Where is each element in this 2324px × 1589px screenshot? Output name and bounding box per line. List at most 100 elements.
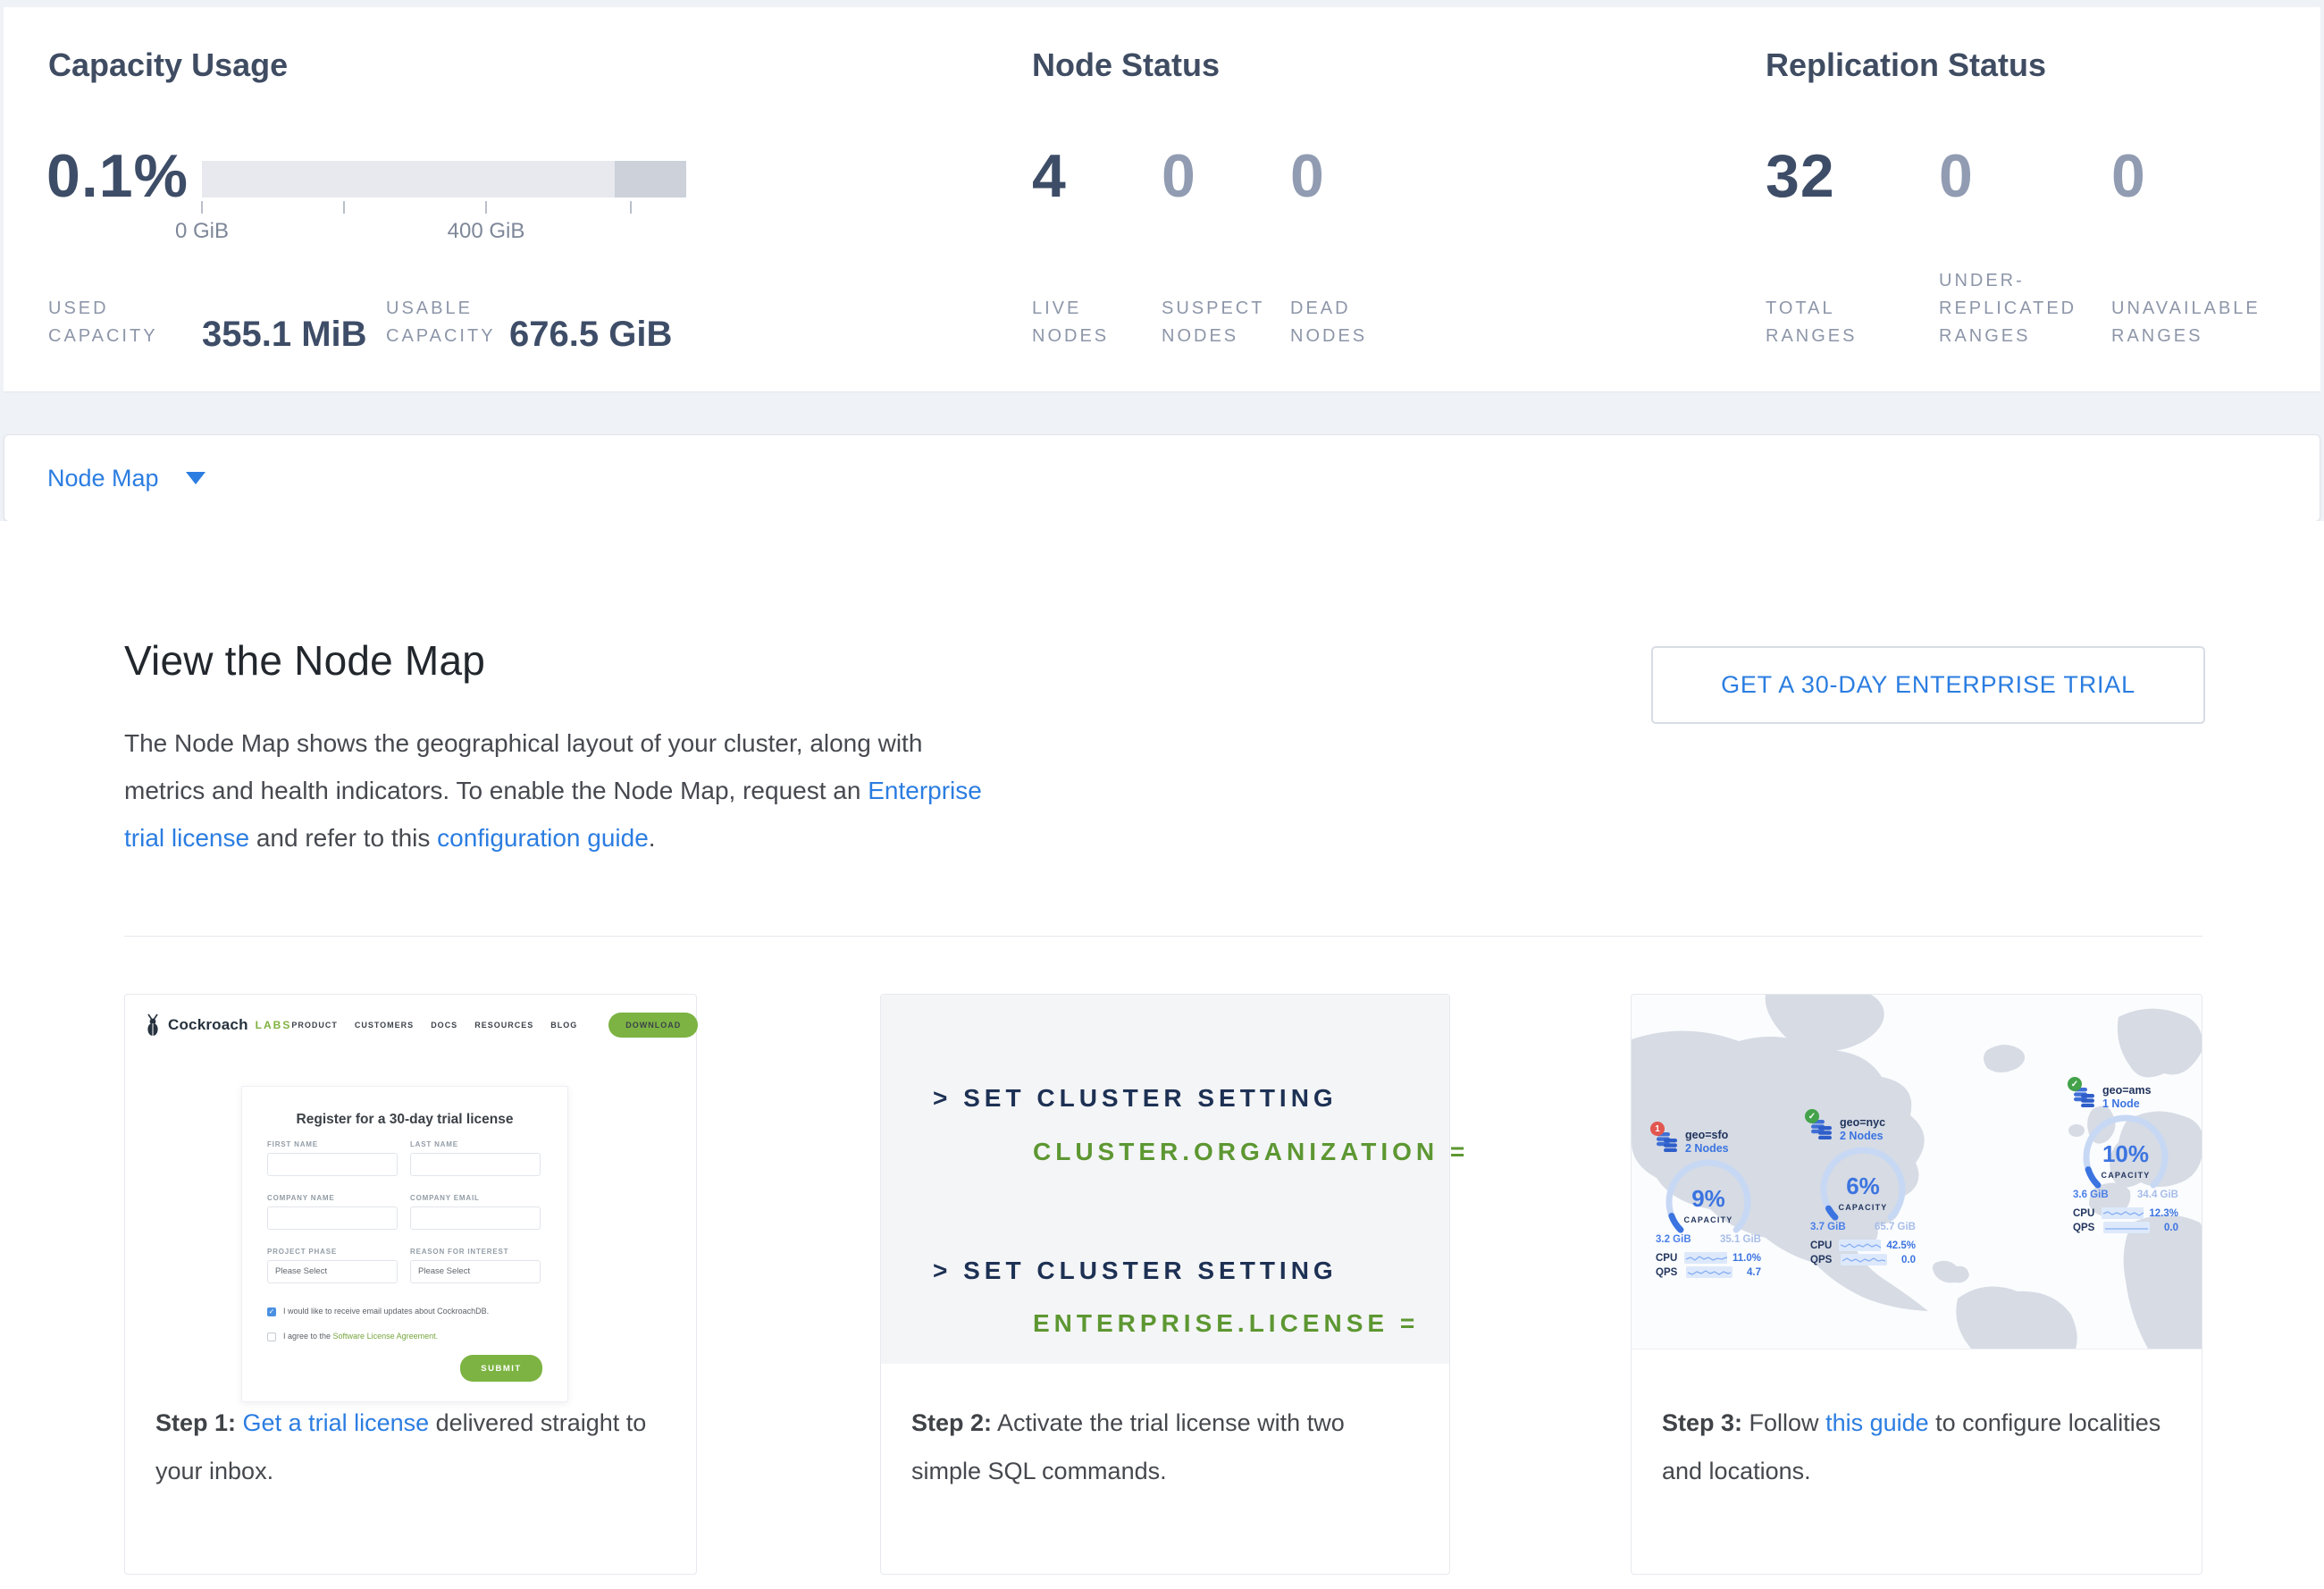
dead-nodes-label-line2: NODES — [1290, 323, 1367, 350]
email-updates-checkbox-label: I would like to receive email updates ab… — [283, 1307, 489, 1316]
usable-capacity-label-line1: USABLE — [386, 295, 496, 323]
step3-label: Step 3: — [1662, 1409, 1742, 1436]
get-trial-license-link[interactable]: Get a trial license — [243, 1409, 430, 1436]
capacity-bar — [202, 161, 686, 198]
live-nodes-label-line1: LIVE — [1032, 295, 1109, 323]
locality-header: 1 geo=sfo 2 Nodes — [1656, 1129, 1761, 1156]
node-map-dropdown[interactable]: Node Map — [4, 434, 2320, 522]
dead-nodes-label: DEAD NODES — [1290, 295, 1367, 350]
capacity-gauge: 9% CAPACITY 3.2 GiB 35.1 GiB — [1656, 1156, 1761, 1245]
warning-count-badge: 1 — [1650, 1122, 1665, 1136]
used-capacity-label-line1: USED — [48, 295, 158, 323]
unavailable-ranges-label-line1: UNAVAILABLE — [2111, 295, 2261, 323]
divider — [124, 936, 2202, 937]
intro-line-1: The Node Map shows the geographical layo… — [124, 719, 982, 767]
sql-snippet-panel: > SET CLUSTER SETTING CLUSTER.ORGANIZATI… — [881, 995, 1449, 1364]
trial-registration-form: Register for a 30-day trial license FIRS… — [241, 1086, 568, 1402]
license-agreement-text: I agree to the — [283, 1332, 333, 1341]
capacity-tick-label-400: 400 GiB — [448, 219, 525, 244]
cluster-summary-panel: Capacity Usage 0.1% 0 GiB 400 GiB USED C… — [4, 7, 2320, 392]
first-name-input — [267, 1153, 398, 1176]
enterprise-trial-license-link[interactable]: Enterprise — [868, 777, 982, 804]
cpu-label: CPU — [2073, 1208, 2096, 1219]
capacity-tick — [485, 201, 487, 214]
get-enterprise-trial-button[interactable]: GET A 30-DAY ENTERPRISE TRIAL — [1651, 646, 2205, 724]
locality-widget-ams: ✓ geo=ams 1 Node 10% CAPACITY 3.6 Gi — [2073, 1084, 2178, 1233]
cpu-row: CPU 12.3% — [2073, 1207, 2178, 1219]
intro-line-2: metrics and health indicators. To enable… — [124, 767, 982, 814]
capacity-percent-value: 9% — [1691, 1185, 1725, 1212]
checkbox-checked-icon: ✓ — [267, 1307, 276, 1316]
capacity-gauge-label: CAPACITY — [1839, 1203, 1888, 1212]
cpu-label: CPU — [1656, 1253, 1679, 1264]
capacity-usage-title: Capacity Usage — [48, 46, 288, 84]
nav-item-blog: BLOG — [550, 1021, 577, 1030]
healthy-check-badge: ✓ — [1805, 1109, 1819, 1123]
usable-capacity-value: 676.5 GiB — [509, 315, 672, 355]
brand-name: Cockroach — [168, 1016, 248, 1034]
qps-value: 4.7 — [1747, 1267, 1761, 1278]
capacity-gauge-label: CAPACITY — [2102, 1171, 2151, 1180]
intro-text-2: metrics and health indicators. To enable… — [124, 777, 868, 804]
company-email-label: COMPANY EMAIL — [410, 1194, 480, 1202]
locality-widget-nyc: ✓ geo=nyc 2 Nodes 6% CAPACITY 3.7 Gi — [1810, 1116, 1916, 1265]
locality-node-count: 2 Nodes — [1840, 1130, 1885, 1143]
sql-setting-license: ENTERPRISE.LICENSE = — [1033, 1309, 1419, 1338]
nav-item-docs: DOCS — [431, 1021, 457, 1030]
under-replicated-label-line2: REPLICATED — [1939, 295, 2076, 323]
qps-row: QPS 0.0 — [1810, 1254, 1916, 1265]
under-replicated-label: UNDER- REPLICATED RANGES — [1939, 267, 2076, 350]
sql-prompt-1: > SET CLUSTER SETTING — [933, 1084, 1338, 1113]
capacity-used-value: 3.2 GiB — [1656, 1234, 1691, 1245]
qps-row: QPS 0.0 — [2073, 1222, 2178, 1233]
node-map-dropdown-label[interactable]: Node Map — [47, 465, 159, 492]
node-map-placeholder-section: View the Node Map The Node Map shows the… — [0, 521, 2324, 1589]
intro-text-3: and refer to this — [249, 824, 437, 852]
locality-widget-sfo: 1 geo=sfo 2 Nodes 9% CAPACITY 3.2 Gi — [1656, 1129, 1761, 1278]
intro-text-4: . — [649, 824, 656, 852]
chevron-down-icon — [186, 472, 206, 484]
cockroach-labs-logo: Cockroach LABS — [143, 1013, 291, 1037]
intro-text-1: The Node Map shows the geographical layo… — [124, 729, 922, 757]
brand-suffix: LABS — [256, 1019, 292, 1031]
dead-nodes-label-line1: DEAD — [1290, 295, 1367, 323]
nav-item-product: PRODUCT — [291, 1021, 338, 1030]
capacity-total-value: 34.4 GiB — [2137, 1190, 2178, 1200]
nav-item-customers: CUSTOMERS — [355, 1021, 414, 1030]
total-ranges-count: 32 — [1766, 141, 1835, 211]
step3-card: 1 geo=sfo 2 Nodes 9% CAPACITY 3.2 Gi — [1631, 994, 2202, 1575]
enterprise-trial-license-link[interactable]: trial license — [124, 824, 249, 852]
configuration-guide-link[interactable]: configuration guide — [437, 824, 649, 852]
locality-name: geo=ams — [2102, 1084, 2152, 1097]
reason-select: Please Select — [410, 1260, 541, 1283]
live-nodes-label: LIVE NODES — [1032, 295, 1109, 350]
capacity-gauge: 10% CAPACITY 3.6 GiB 34.4 GiB — [2073, 1111, 2178, 1200]
sql-prompt-2: > SET CLUSTER SETTING — [933, 1257, 1338, 1285]
live-nodes-count: 4 — [1032, 141, 1067, 211]
project-phase-label: PROJECT PHASE — [267, 1248, 337, 1256]
used-capacity-label-line2: CAPACITY — [48, 323, 158, 350]
submit-button: SUBMIT — [460, 1355, 542, 1382]
node-status-title: Node Status — [1032, 46, 1220, 84]
cpu-value: 11.0% — [1733, 1253, 1761, 1264]
used-capacity-value: 355.1 MiB — [202, 315, 367, 355]
qps-label: QPS — [1810, 1255, 1835, 1265]
suspect-nodes-count: 0 — [1162, 141, 1196, 211]
capacity-percent-value: 10% — [2102, 1140, 2149, 1167]
qps-sparkline — [1686, 1266, 1733, 1278]
step1-caption: Step 1: Get a trial license delivered st… — [155, 1399, 656, 1495]
usable-capacity-label-line2: CAPACITY — [386, 323, 496, 350]
capacity-gauge: 6% CAPACITY 3.7 GiB 65.7 GiB — [1810, 1143, 1916, 1232]
form-title: Register for a 30-day trial license — [242, 1112, 567, 1128]
step3-caption: Step 3: Follow this guide to configure l… — [1662, 1399, 2162, 1495]
capacity-tick — [201, 201, 203, 214]
total-ranges-label: TOTAL RANGES — [1766, 295, 1857, 350]
under-replicated-label-line1: UNDER- — [1939, 267, 2076, 295]
locality-name: geo=sfo — [1685, 1129, 1729, 1142]
this-guide-link[interactable]: this guide — [1825, 1409, 1929, 1436]
intro-paragraph: The Node Map shows the geographical layo… — [124, 719, 982, 862]
capacity-tick — [343, 201, 345, 214]
locality-header: ✓ geo=nyc 2 Nodes — [1810, 1116, 1916, 1143]
qps-sparkline — [2103, 1222, 2150, 1233]
first-name-label: FIRST NAME — [267, 1140, 318, 1148]
